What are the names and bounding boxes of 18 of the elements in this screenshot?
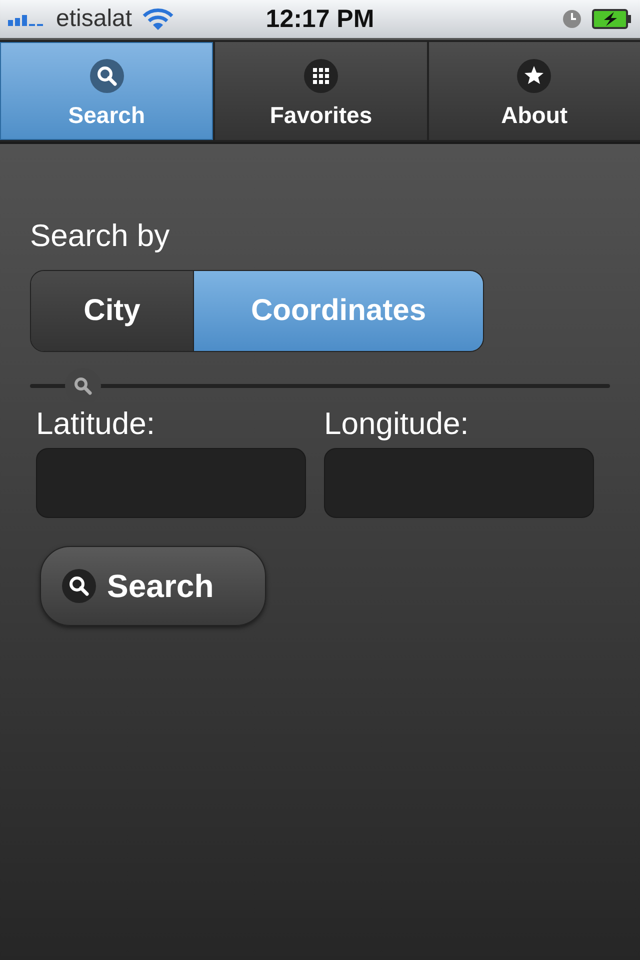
- nav-tab[interactable]: About: [428, 42, 640, 140]
- carrier-name: etisalat: [56, 5, 132, 33]
- input-field[interactable]: [324, 448, 594, 518]
- wifi-icon: [142, 7, 174, 31]
- status-time: 12:17 PM: [266, 4, 374, 34]
- search-button[interactable]: Search: [40, 546, 266, 626]
- clock-icon: [562, 9, 582, 29]
- grid-icon: [302, 58, 339, 94]
- battery-icon: [592, 9, 632, 29]
- segment-option[interactable]: City: [31, 271, 193, 351]
- nav-tab[interactable]: Favorites: [215, 42, 427, 140]
- field-label: Longitude:: [324, 406, 470, 442]
- input-field[interactable]: [36, 448, 306, 518]
- search-icon: [88, 58, 125, 94]
- search-icon: [61, 568, 97, 604]
- field-label: Latitude:: [36, 406, 156, 442]
- signal-icon: [8, 12, 46, 26]
- search-by-label: Search by: [30, 218, 170, 254]
